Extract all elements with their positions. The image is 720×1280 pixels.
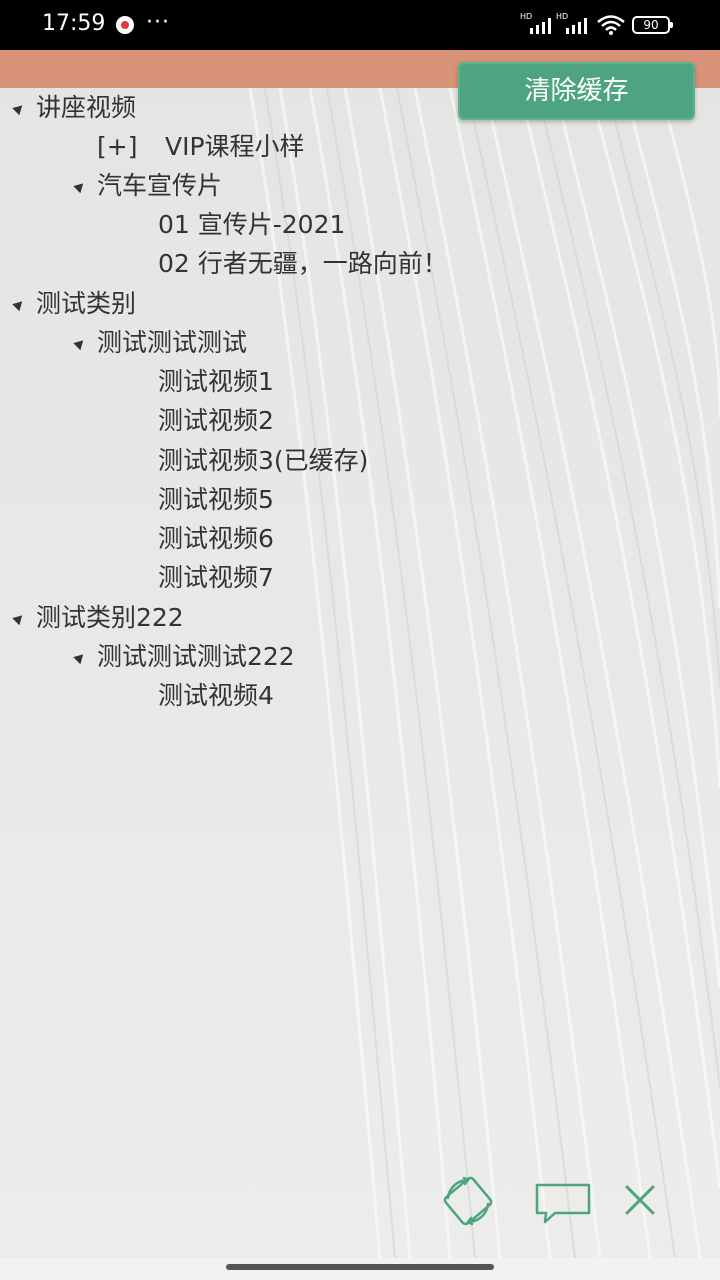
tree-subcategory-vip-sample[interactable]: [+] VIP课程小样 xyxy=(0,129,440,165)
video-item-label: 测试视频7 xyxy=(158,563,274,592)
expanded-arrow-icon xyxy=(73,179,87,194)
video-item[interactable]: 测试视频5 xyxy=(158,482,558,518)
status-bar: 17:59 ··· HD HD 90 xyxy=(0,0,720,50)
comment-icon[interactable] xyxy=(533,1180,593,1226)
video-item[interactable]: 01 宣传片-2021 xyxy=(158,207,558,243)
expanded-arrow-icon xyxy=(12,611,26,626)
tree-subcategory-label: VIP课程小样 xyxy=(165,132,305,161)
expanded-arrow-icon xyxy=(73,336,87,351)
tree-category-label: 测试类别222 xyxy=(36,603,184,632)
collapsed-marker: [+] xyxy=(97,132,138,161)
video-item[interactable]: 测试视频6 xyxy=(158,521,558,557)
status-time: 17:59 xyxy=(42,11,106,36)
close-icon[interactable] xyxy=(620,1180,660,1220)
tree-subcategory-label: 测试测试测试222 xyxy=(97,642,295,671)
video-item[interactable]: 02 行者无疆，一路向前！ xyxy=(158,246,558,282)
tree-subcategory-label: 汽车宣传片 xyxy=(97,171,223,200)
home-indicator[interactable] xyxy=(226,1264,494,1270)
tree-category-test[interactable]: 测试类别 xyxy=(0,286,440,322)
video-item-label: 测试视频4 xyxy=(158,681,274,710)
tree-subcategory-test-222[interactable]: 测试测试测试222 xyxy=(0,639,440,675)
wifi-icon xyxy=(597,15,625,35)
screen: 17:59 ··· HD HD 90 清除缓存 讲座视频 [+] VIP课程小样… xyxy=(0,0,720,1280)
expanded-arrow-icon xyxy=(73,650,87,665)
tree-subcategory-test[interactable]: 测试测试测试 xyxy=(0,325,440,361)
status-more: ··· xyxy=(146,10,170,35)
tree-subcategory-label: 测试测试测试 xyxy=(97,328,248,357)
expanded-arrow-icon xyxy=(12,297,26,312)
recording-icon xyxy=(116,16,134,34)
tree-category-lecture-videos[interactable]: 讲座视频 xyxy=(0,90,440,126)
signal-icon-2 xyxy=(566,18,587,34)
video-item-label: 测试视频1 xyxy=(158,367,274,396)
tree-subcategory-car-promo[interactable]: 汽车宣传片 xyxy=(0,168,440,204)
tree-category-label: 测试类别 xyxy=(36,289,137,318)
tree-category-test-222[interactable]: 测试类别222 xyxy=(0,600,440,636)
video-item-label: 测试视频3(已缓存) xyxy=(158,446,369,475)
video-item[interactable]: 测试视频1 xyxy=(158,364,558,400)
video-item[interactable]: 测试视频2 xyxy=(158,403,558,439)
battery-icon: 90 xyxy=(632,16,673,34)
video-item-label: 测试视频6 xyxy=(158,524,274,553)
video-item-label: 测试视频5 xyxy=(158,485,274,514)
video-item-label: 测试视频2 xyxy=(158,406,274,435)
clear-cache-button[interactable]: 清除缓存 xyxy=(458,62,695,120)
video-item[interactable]: 测试视频3(已缓存) xyxy=(158,443,558,479)
video-item[interactable]: 测试视频4 xyxy=(158,678,558,714)
tree-category-label: 讲座视频 xyxy=(36,93,137,122)
expanded-arrow-icon xyxy=(12,101,26,116)
signal-icon-1 xyxy=(530,18,551,34)
screen-rotate-icon[interactable] xyxy=(438,1176,498,1226)
video-item-label: 02 行者无疆，一路向前！ xyxy=(158,249,448,278)
video-item-label: 01 宣传片-2021 xyxy=(158,210,346,239)
video-item[interactable]: 测试视频7 xyxy=(158,560,558,596)
